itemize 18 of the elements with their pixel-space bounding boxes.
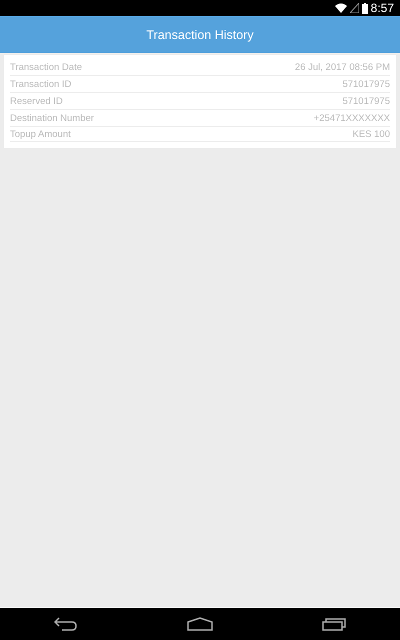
recent-apps-icon[interactable] [322,617,346,631]
detail-value: 571017975 [342,78,390,90]
home-icon[interactable] [186,617,213,631]
screen-title: Transaction History [146,28,254,42]
back-icon[interactable] [54,617,78,631]
detail-label: Transaction ID [10,78,72,90]
detail-value: 571017975 [342,96,390,106]
clock-time: 8:57 [370,1,394,15]
detail-label: Reserved ID [10,96,63,106]
detail-value: +25471XXXXXXX [314,112,390,124]
detail-value: KES 100 [352,128,390,140]
detail-label: Transaction Date [10,62,82,72]
detail-value: 26 Jul, 2017 08:56 PM [294,62,390,72]
wifi-icon [334,3,347,13]
detail-label: Topup Amount [10,128,71,140]
battery-icon [362,2,368,14]
detail-label: Destination Number [10,112,94,124]
signal-icon [350,3,359,13]
